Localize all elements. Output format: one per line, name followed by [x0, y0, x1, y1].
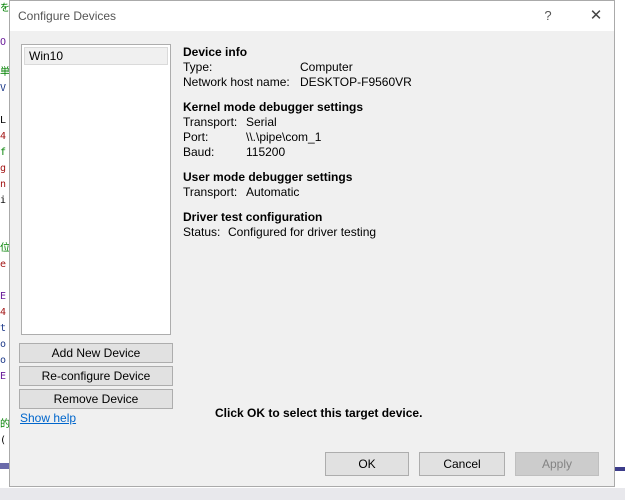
configure-devices-dialog: Configure Devices ? ✕ Win10 Add New Devi… — [9, 0, 615, 487]
bg-code-char: n — [0, 179, 7, 190]
remove-device-button[interactable]: Remove Device — [19, 389, 173, 409]
type-value: Computer — [300, 60, 353, 74]
cancel-button[interactable]: Cancel — [419, 452, 505, 476]
user-transport-label: Transport: — [183, 185, 238, 199]
ok-button[interactable]: OK — [325, 452, 409, 476]
bg-code-char: E — [0, 291, 7, 302]
baud-value: 115200 — [246, 145, 286, 159]
device-info-heading: Device info — [183, 45, 248, 59]
reconfigure-device-button[interactable]: Re-configure Device — [19, 366, 173, 386]
bg-code-char: 単 — [0, 67, 9, 78]
bg-code-char: 4 — [0, 307, 7, 318]
port-label: Port: — [183, 130, 209, 144]
type-label: Type: — [183, 60, 213, 74]
bg-code-char: o — [0, 355, 7, 366]
bg-code-char: ( — [0, 435, 7, 446]
bg-code-char: o — [0, 339, 7, 350]
host-name-label: Network host name: — [183, 75, 290, 89]
bg-code-char: g — [0, 163, 7, 174]
bg-code-char: i — [0, 195, 7, 206]
show-help-link[interactable]: Show help — [20, 411, 76, 425]
device-list-item[interactable]: Win10 — [24, 47, 168, 65]
help-icon[interactable]: ? — [536, 5, 560, 27]
select-device-message: Click OK to select this target device. — [215, 406, 423, 420]
kernel-transport-label: Transport: — [183, 115, 238, 129]
bg-code-char: O — [0, 37, 7, 48]
add-new-device-button[interactable]: Add New Device — [19, 343, 173, 363]
bg-code-char: E — [0, 371, 7, 382]
background-code-editor: を O 単 V L 4 f g n i 位 e E 4 t o o E 的 ( — [0, 0, 9, 500]
bg-code-char: を — [0, 3, 9, 14]
bg-code-char: 位 — [0, 243, 9, 254]
status-value: Configured for driver testing — [228, 225, 377, 239]
title-bar[interactable]: Configure Devices ? ✕ — [10, 1, 614, 31]
status-label: Status: — [183, 225, 221, 239]
bg-code-char: V — [0, 83, 7, 94]
kernel-transport-value: Serial — [246, 115, 277, 129]
host-name-value: DESKTOP-F9560VR — [300, 75, 412, 89]
bg-code-char: L — [0, 115, 7, 126]
apply-button[interactable]: Apply — [515, 452, 599, 476]
bg-code-char: 的 — [0, 419, 9, 430]
bg-code-char: f — [0, 147, 7, 158]
bg-code-char: 4 — [0, 131, 7, 142]
user-mode-settings-heading: User mode debugger settings — [183, 170, 353, 184]
user-transport-value: Automatic — [246, 185, 300, 199]
background-marker — [0, 463, 9, 469]
background-status-strip — [0, 488, 625, 500]
baud-label: Baud: — [183, 145, 215, 159]
bg-code-char: t — [0, 323, 7, 334]
driver-test-heading: Driver test configuration — [183, 210, 323, 224]
bg-code-char: e — [0, 259, 7, 270]
device-list[interactable]: Win10 — [21, 44, 171, 335]
close-icon[interactable]: ✕ — [584, 5, 608, 27]
dialog-title: Configure Devices — [18, 9, 117, 23]
port-value: \\.\pipe\com_1 — [246, 130, 322, 144]
kernel-settings-heading: Kernel mode debugger settings — [183, 100, 364, 114]
